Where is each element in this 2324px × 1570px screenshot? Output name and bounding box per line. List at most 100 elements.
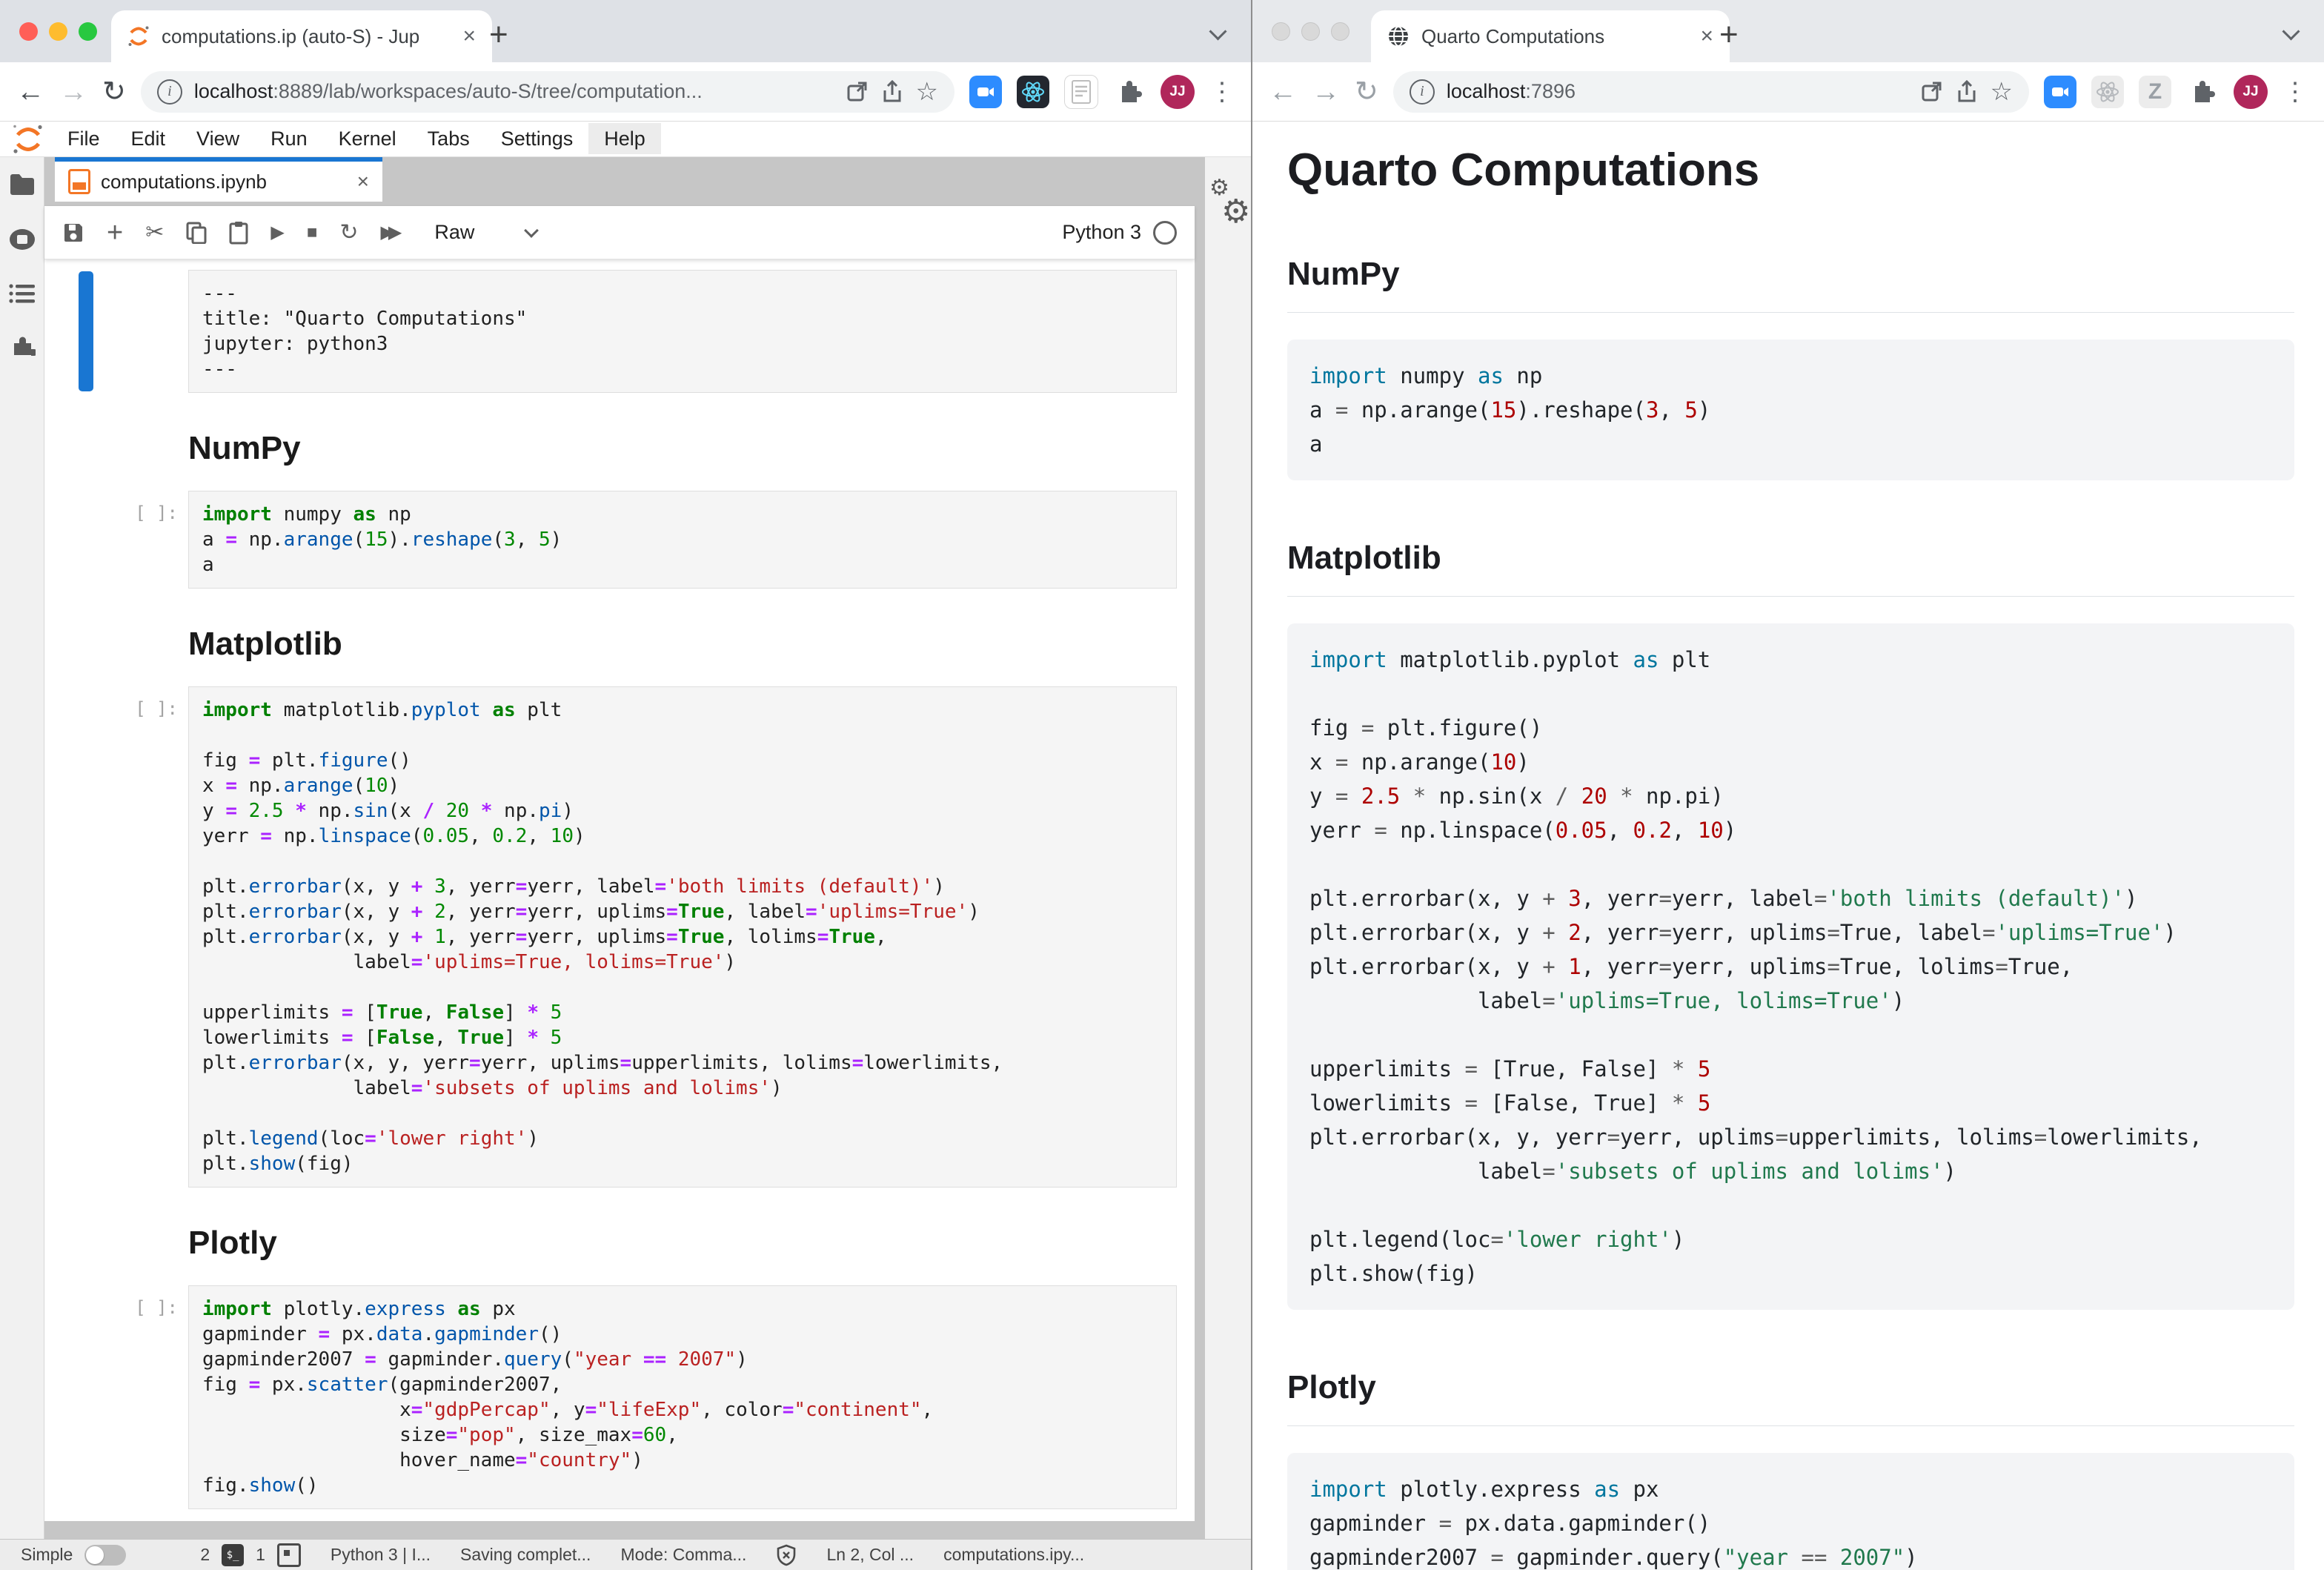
kernel-name-button[interactable]: Python 3: [1062, 221, 1141, 244]
new-tab-button[interactable]: +: [489, 16, 508, 53]
cell-collapser[interactable]: [79, 688, 93, 1186]
cut-cells-icon[interactable]: ✂: [145, 222, 164, 244]
insert-cell-icon[interactable]: +: [107, 219, 123, 247]
menu-kernel[interactable]: Kernel: [323, 123, 412, 154]
table-of-contents-icon[interactable]: [9, 283, 36, 304]
site-info-icon[interactable]: i: [1410, 79, 1435, 105]
back-icon[interactable]: ←: [1269, 78, 1297, 106]
extensions-puzzle-icon[interactable]: [1113, 76, 1146, 108]
menu-view[interactable]: View: [181, 123, 255, 154]
macos-close-button[interactable]: [19, 22, 38, 41]
share-icon[interactable]: [880, 80, 904, 104]
code-block: import numpy as npa = np.arange(15).resh…: [1287, 339, 2294, 480]
notebook-tab-close-icon[interactable]: ×: [357, 170, 369, 193]
markdown-cell[interactable]: Plotly: [44, 1225, 1177, 1262]
code-line: ---: [202, 357, 1163, 382]
cell-type-select[interactable]: Raw: [434, 221, 474, 244]
terminal-icon[interactable]: $_: [222, 1544, 244, 1566]
run-cell-icon[interactable]: ▶: [270, 224, 284, 242]
share-icon[interactable]: [1955, 80, 1979, 104]
menu-run[interactable]: Run: [255, 123, 323, 154]
cell-type-chevron-icon[interactable]: [526, 225, 537, 239]
file-browser-icon[interactable]: [9, 173, 36, 196]
macos-zoom-button[interactable]: [1331, 22, 1349, 41]
notebook-file-tab[interactable]: computations.ipynb ×: [55, 157, 382, 202]
react-devtools-extension-icon[interactable]: [1017, 76, 1049, 108]
kernel-status-icon[interactable]: [1153, 221, 1177, 245]
zoom-extension-icon[interactable]: [2044, 76, 2076, 108]
code-line: x = np.arange(10): [1309, 745, 2272, 779]
markdown-cell[interactable]: NumPy: [44, 430, 1177, 467]
code-cell[interactable]: [ ]:import plotly.express as pxgapminder…: [44, 1285, 1177, 1509]
paste-cells-icon[interactable]: [229, 221, 248, 245]
kernel-chip-icon[interactable]: [277, 1543, 301, 1567]
bookmark-star-icon[interactable]: ☆: [1991, 77, 2013, 107]
tab-close-icon[interactable]: ×: [1700, 24, 1713, 49]
quarto-page: Quarto Computations NumPyimport numpy as…: [1252, 122, 2324, 1570]
menu-edit[interactable]: Edit: [116, 123, 182, 154]
raw-cell[interactable]: ---title: "Quarto Computations"jupyter: …: [44, 270, 1177, 393]
site-info-icon[interactable]: i: [157, 79, 182, 105]
url-bar[interactable]: i localhost:7896 ☆: [1393, 71, 2029, 113]
simple-mode-toggle[interactable]: [84, 1545, 126, 1566]
right-sidebar-collapsed: ⚙ ⚙: [1195, 157, 1251, 1539]
notebook-file-tab-title: computations.ipynb: [101, 170, 347, 193]
browser-menu-kebab-icon[interactable]: ⋮: [2282, 77, 2308, 107]
restart-run-all-icon[interactable]: ▶▶: [380, 224, 402, 242]
property-inspector-gear-icon[interactable]: ⚙: [1221, 193, 1250, 231]
kernel-status-text[interactable]: Python 3 | I...: [331, 1545, 431, 1565]
markdown-cell[interactable]: Matplotlib: [44, 626, 1177, 663]
extensions-puzzle-icon[interactable]: [2186, 76, 2219, 108]
tab-close-icon[interactable]: ×: [462, 24, 476, 49]
browser-tab-jupyterlab[interactable]: computations.ip (auto-S) - Jup ×: [111, 10, 492, 62]
interrupt-kernel-icon[interactable]: ■: [307, 224, 318, 242]
cell-editor[interactable]: import numpy as npa = np.arange(15).resh…: [188, 491, 1177, 589]
trust-shield-icon[interactable]: [776, 1544, 797, 1566]
zed-extension-icon[interactable]: Z: [2139, 76, 2171, 108]
code-cell[interactable]: [ ]:import numpy as npa = np.arange(15).…: [44, 491, 1177, 589]
new-tab-button[interactable]: +: [1719, 16, 1739, 53]
copy-cells-icon[interactable]: [186, 222, 207, 244]
document-extension-icon[interactable]: [1064, 75, 1098, 109]
code-line: yerr = np.linspace(0.05, 0.2, 10): [202, 824, 1163, 849]
forward-icon[interactable]: →: [1312, 78, 1340, 106]
reload-icon[interactable]: ↻: [102, 78, 126, 106]
macos-minimize-button[interactable]: [49, 22, 67, 41]
macos-minimize-button[interactable]: [1301, 22, 1320, 41]
restart-kernel-icon[interactable]: ↻: [339, 222, 358, 244]
section-heading: Plotly: [1287, 1369, 2294, 1426]
cell-editor[interactable]: import matplotlib.pyplot as plt fig = pl…: [188, 686, 1177, 1188]
url-bar[interactable]: i localhost:8889/lab/workspaces/auto-S/t…: [141, 71, 954, 113]
open-in-new-icon[interactable]: [845, 80, 869, 104]
cell-collapser[interactable]: [79, 271, 93, 391]
menu-file[interactable]: File: [52, 123, 116, 154]
cell-editor[interactable]: import plotly.express as pxgapminder = p…: [188, 1285, 1177, 1509]
reload-icon[interactable]: ↻: [1355, 78, 1378, 106]
open-in-new-icon[interactable]: [1919, 80, 1943, 104]
menu-help[interactable]: Help: [588, 123, 661, 154]
browser-profile-avatar[interactable]: JJ: [2234, 75, 2268, 109]
browser-profile-avatar[interactable]: JJ: [1161, 75, 1195, 109]
cursor-position-text[interactable]: Ln 2, Col ...: [826, 1545, 914, 1565]
code-cell[interactable]: [ ]:import matplotlib.pyplot as plt fig …: [44, 686, 1177, 1188]
tab-search-chevron-icon[interactable]: [1212, 25, 1224, 42]
back-icon[interactable]: ←: [16, 78, 44, 106]
browser-tab-quarto[interactable]: Quarto Computations ×: [1371, 10, 1730, 62]
cell-editor[interactable]: ---title: "Quarto Computations"jupyter: …: [188, 270, 1177, 393]
react-devtools-extension-icon[interactable]: [2091, 76, 2124, 108]
tab-search-chevron-icon[interactable]: [2285, 25, 2297, 42]
menu-settings[interactable]: Settings: [485, 123, 589, 154]
macos-zoom-button[interactable]: [79, 22, 97, 41]
bookmark-star-icon[interactable]: ☆: [916, 77, 938, 107]
menu-tabs[interactable]: Tabs: [412, 123, 485, 154]
browser-menu-kebab-icon[interactable]: ⋮: [1209, 77, 1235, 107]
forward-icon[interactable]: →: [59, 78, 87, 106]
running-kernels-icon[interactable]: [8, 228, 36, 251]
extension-manager-puzzle-icon[interactable]: [9, 337, 36, 363]
save-icon[interactable]: [62, 222, 84, 244]
macos-close-button[interactable]: [1272, 22, 1290, 41]
zoom-extension-icon[interactable]: [969, 76, 1002, 108]
cell-collapser[interactable]: [79, 1287, 93, 1508]
terminals-count: 2: [200, 1545, 210, 1565]
code-line: import matplotlib.pyplot as plt: [202, 698, 1163, 723]
